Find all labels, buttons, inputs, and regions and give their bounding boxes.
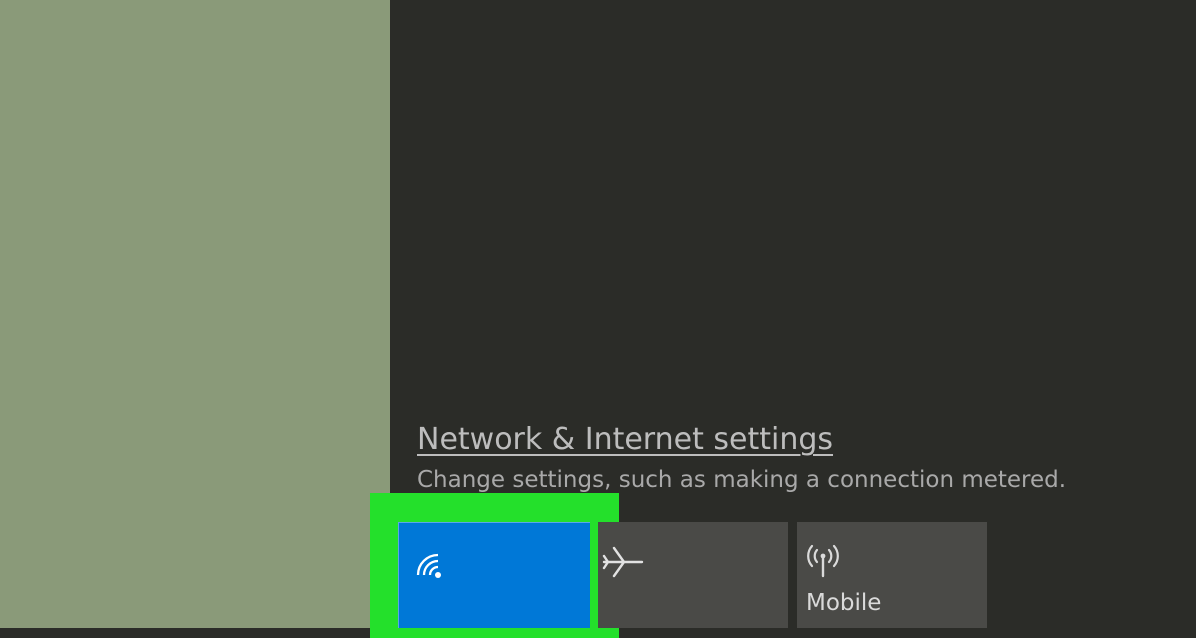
mobile-hotspot-tile[interactable]: Mobile bbox=[797, 522, 987, 628]
desktop-background bbox=[0, 0, 390, 628]
mobile-hotspot-icon bbox=[807, 544, 839, 578]
wifi-icon bbox=[416, 553, 441, 578]
wifi-toggle-tile[interactable] bbox=[398, 522, 590, 628]
airplane-mode-tile[interactable] bbox=[598, 522, 788, 628]
network-internet-settings-link[interactable]: Network & Internet settings bbox=[417, 418, 833, 462]
airplane-icon bbox=[602, 546, 644, 578]
mobile-tile-label: Mobile bbox=[806, 590, 882, 616]
